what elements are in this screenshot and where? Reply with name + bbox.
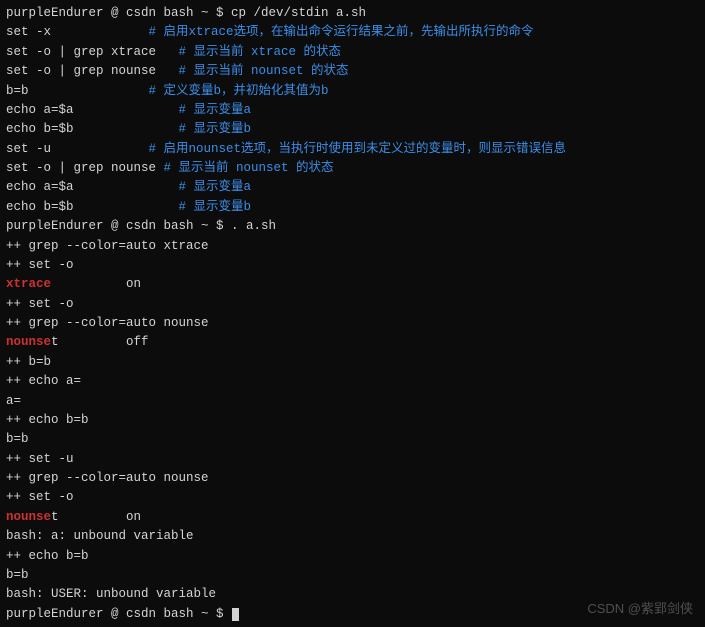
output-line: ++ set -o [6,295,699,314]
output-line: ++ grep --color=auto nounse [6,469,699,488]
script-line: set -o | grep nounse # 显示当前 nounset 的状态 [6,159,699,178]
watermark: CSDN @紫郢剑侠 [587,599,693,619]
script-line: set -u # 启用nounset选项，当执行时使用到未定义过的变量时，则显示… [6,140,699,159]
output-line: ++ set -u [6,450,699,469]
output-line: b=b [6,566,699,585]
script-line: echo b=$b # 显示变量b [6,198,699,217]
script-line: echo b=$b # 显示变量b [6,120,699,139]
output-line: ++ grep --color=auto nounse [6,314,699,333]
grep-match-line: nounset off [6,333,699,352]
output-line: ++ b=b [6,353,699,372]
output-line: ++ echo a= [6,372,699,391]
output-line: ++ set -o [6,256,699,275]
output-line: ++ echo b=b [6,411,699,430]
output-line: ++ set -o [6,488,699,507]
script-line: b=b # 定义变量b，并初始化其值为b [6,82,699,101]
script-line: set -o | grep nounse # 显示当前 nounset 的状态 [6,62,699,81]
grep-match-line: xtrace on [6,275,699,294]
prompt-line-2: purpleEndurer @ csdn bash ~ $ . a.sh [6,217,699,236]
terminal-output: purpleEndurer @ csdn bash ~ $ cp /dev/st… [6,4,699,624]
cursor-icon [232,608,239,621]
prompt-line-1: purpleEndurer @ csdn bash ~ $ cp /dev/st… [6,4,699,23]
output-line: ++ grep --color=auto xtrace [6,237,699,256]
script-line: echo a=$a # 显示变量a [6,178,699,197]
script-line: set -o | grep xtrace # 显示当前 xtrace 的状态 [6,43,699,62]
script-line: echo a=$a # 显示变量a [6,101,699,120]
output-line: b=b [6,430,699,449]
output-line: a= [6,392,699,411]
output-line: ++ echo b=b [6,547,699,566]
grep-match-line: nounset on [6,508,699,527]
script-line: set -x # 启用xtrace选项，在输出命令运行结果之前，先输出所执行的命… [6,23,699,42]
output-line: bash: a: unbound variable [6,527,699,546]
